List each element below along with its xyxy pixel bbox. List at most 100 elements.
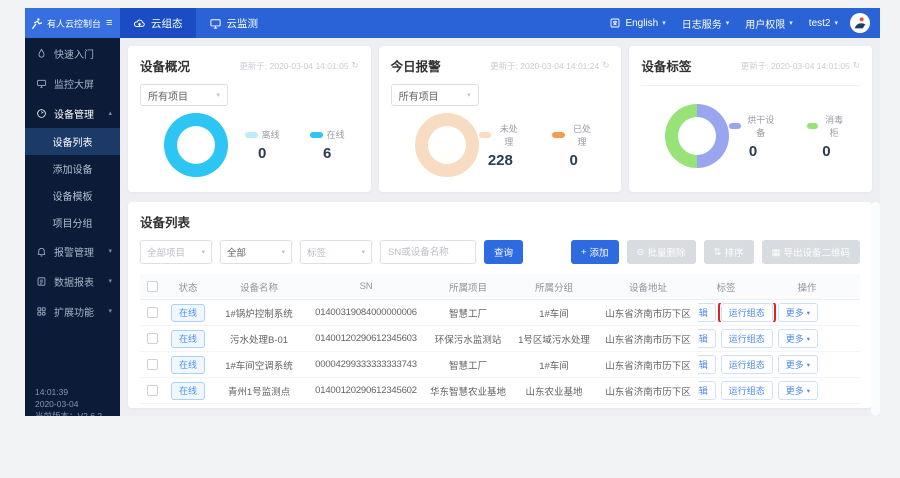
updated-at: 更新于: 2020-03-04 14:01:05 ↻	[239, 60, 359, 71]
sidebar-item-extensions[interactable]: 扩展功能 ▾	[25, 296, 120, 326]
edit-button[interactable]: 编辑	[698, 355, 716, 374]
today-alarms-donut	[414, 113, 479, 177]
edit-button[interactable]: 编辑	[698, 303, 716, 322]
sidebar-subitem-add-device[interactable]: 添加设备	[25, 155, 120, 182]
more-button[interactable]: 更多 ▾	[777, 355, 818, 374]
device-address: 山东省济南市历下区	[605, 386, 691, 398]
export-qrcode-button[interactable]: ▦ 导出设备二维码	[761, 240, 860, 264]
sidebar: 快速入门 监控大屏 设备管理 ▴ 设备列表 添加设备 设备模板 项目分组 报警管…	[25, 38, 120, 416]
status-badge: 在线	[170, 381, 205, 400]
more-button[interactable]: 更多 ▾	[777, 381, 818, 400]
sidebar-item-label: 监控大屏	[54, 79, 94, 91]
chevron-down-icon: ▾	[806, 335, 810, 343]
device-project: 智慧工厂	[448, 308, 487, 320]
user-menu[interactable]: test2 ▾	[801, 8, 846, 38]
sidebar-subitem-device-list[interactable]: 设备列表	[25, 128, 120, 155]
refresh-icon[interactable]: ↻	[853, 60, 860, 71]
clock-date: 2020-03-04	[35, 399, 79, 409]
edit-button[interactable]: 编辑	[698, 381, 716, 400]
status-badge: 在线	[170, 329, 205, 348]
sidebar-subitem-device-template[interactable]: 设备模板	[25, 182, 120, 209]
summary-cards: 设备概况 更新于: 2020-03-04 14:01:05 ↻ 所有项目 ▾ 离…	[128, 46, 873, 192]
chevron-down-icon: ▾	[108, 248, 112, 255]
language-menu[interactable]: English ▾	[601, 8, 673, 38]
device-name: 污水处理B-01	[229, 334, 289, 346]
sidebar-item-label: 扩展功能	[54, 307, 94, 319]
scrollbar[interactable]	[871, 202, 880, 416]
sidebar-subitem-project-group[interactable]: 项目分组	[25, 209, 120, 236]
edit-button[interactable]: 编辑	[698, 329, 716, 348]
refresh-icon[interactable]: ↻	[602, 60, 609, 71]
chevron-down-icon: ▾	[108, 308, 112, 315]
device-list-title: 设备列表	[140, 216, 191, 230]
chevron-down-icon: ▾	[201, 249, 205, 256]
chevron-down-icon: ▾	[806, 387, 810, 395]
run-scada-button[interactable]: 运行组态	[720, 381, 773, 400]
legend-value: 6	[322, 145, 332, 162]
select-all-checkbox[interactable]	[146, 281, 158, 292]
filter-project-select[interactable]: 全部项目 ▾	[140, 240, 212, 264]
user-permission-menu[interactable]: 用户权限 ▾	[737, 8, 801, 38]
sidebar-item-label: 报警管理	[54, 247, 94, 259]
status-badge: 在线	[170, 303, 205, 322]
legend-value: 228	[487, 151, 513, 169]
tab-cloud-monitor[interactable]: 云监测	[196, 8, 272, 38]
search-input[interactable]	[380, 240, 476, 264]
sort-button[interactable]: ⇅ 排序	[703, 240, 754, 264]
sidebar-subitem-label: 设备列表	[52, 138, 93, 149]
cloud-upload-icon	[133, 19, 145, 27]
plus-icon: +	[580, 246, 587, 258]
brand-title: 有人云控制台	[47, 18, 102, 29]
project-filter-select[interactable]: 所有项目 ▾	[390, 84, 479, 106]
chevron-down-icon: ▾	[806, 309, 810, 317]
more-button[interactable]: 更多 ▾	[777, 303, 818, 322]
more-button[interactable]: 更多 ▾	[777, 329, 818, 348]
row-checkbox[interactable]	[146, 385, 158, 396]
sidebar-item-device-mgmt[interactable]: 设备管理 ▴	[25, 98, 120, 128]
legend-swatch	[552, 131, 565, 138]
row-checkbox[interactable]	[146, 359, 158, 370]
row-checkbox[interactable]	[146, 333, 158, 344]
divider	[641, 85, 861, 86]
device-group: 1#车间	[539, 308, 569, 320]
log-service-menu[interactable]: 日志服务 ▾	[674, 8, 738, 38]
device-list-card: 设备列表 全部项目 ▾ 全部 ▾ 标签 ▾ 查询	[128, 202, 872, 408]
sidebar-item-data-report[interactable]: 数据报表 ▾	[25, 266, 120, 296]
sidebar-item-screen[interactable]: 监控大屏	[25, 68, 120, 98]
version-label: 当前版本：V2.6.2	[35, 411, 103, 416]
chevron-down-icon: ▾	[725, 20, 730, 27]
menu-toggle-icon[interactable]: ≡	[106, 17, 112, 29]
search-button[interactable]: 查询	[484, 240, 524, 264]
tab-label: 云监测	[226, 17, 259, 30]
tab-label: 云组态	[151, 17, 183, 30]
col-operations: 操作	[797, 282, 817, 294]
sidebar-item-quickstart[interactable]: 快速入门	[25, 38, 120, 68]
add-device-button[interactable]: + 添加	[570, 240, 619, 264]
legend-swatch	[478, 131, 492, 138]
sidebar-item-label: 快速入门	[54, 49, 94, 61]
filter-scope-select[interactable]: 全部 ▾	[220, 240, 292, 264]
project-filter-select[interactable]: 所有项目 ▾	[140, 84, 228, 106]
device-sn: 01400120290612345602	[315, 385, 417, 396]
tab-cloud-scada[interactable]: 云组态	[120, 8, 196, 38]
legend-online: 在线 6	[309, 128, 345, 162]
sidebar-item-alarm-mgmt[interactable]: 报警管理 ▾	[25, 236, 120, 266]
batch-delete-button[interactable]: ⊖ 批量删除	[626, 240, 696, 264]
table-row: 在线 1#锅炉控制系统 01400319084000000006 智慧工厂 1#…	[140, 300, 860, 326]
run-scada-button[interactable]: 运行组态	[720, 329, 773, 348]
device-group: 山东农业基地	[525, 386, 583, 398]
refresh-icon[interactable]: ↻	[352, 60, 359, 71]
device-project: 环保污水监测站	[434, 334, 502, 346]
avatar[interactable]	[850, 13, 870, 33]
card-device-tags: 设备标签 更新于: 2020-03-04 14:01:05 ↻ 烘干设备 0 消…	[629, 46, 873, 192]
col-status: 状态	[178, 282, 198, 294]
table-row: 在线 污水处理B-01 01400120290612345603 环保污水监测站…	[140, 326, 860, 352]
device-list-toolbar: 全部项目 ▾ 全部 ▾ 标签 ▾ 查询 +	[140, 240, 860, 264]
extensions-icon	[37, 306, 46, 316]
run-scada-button[interactable]: 运行组态	[720, 355, 773, 374]
run-scada-button-highlighted[interactable]: 运行组态	[717, 303, 776, 322]
filter-tag-select[interactable]: 标签 ▾	[300, 240, 372, 264]
device-table: 状态 设备名称 SN 所属项目 所属分组 设备地址 标签 操作 在线 1#锅炉控…	[140, 274, 860, 404]
sidebar-item-label: 设备管理	[54, 109, 94, 121]
row-checkbox[interactable]	[146, 307, 158, 318]
